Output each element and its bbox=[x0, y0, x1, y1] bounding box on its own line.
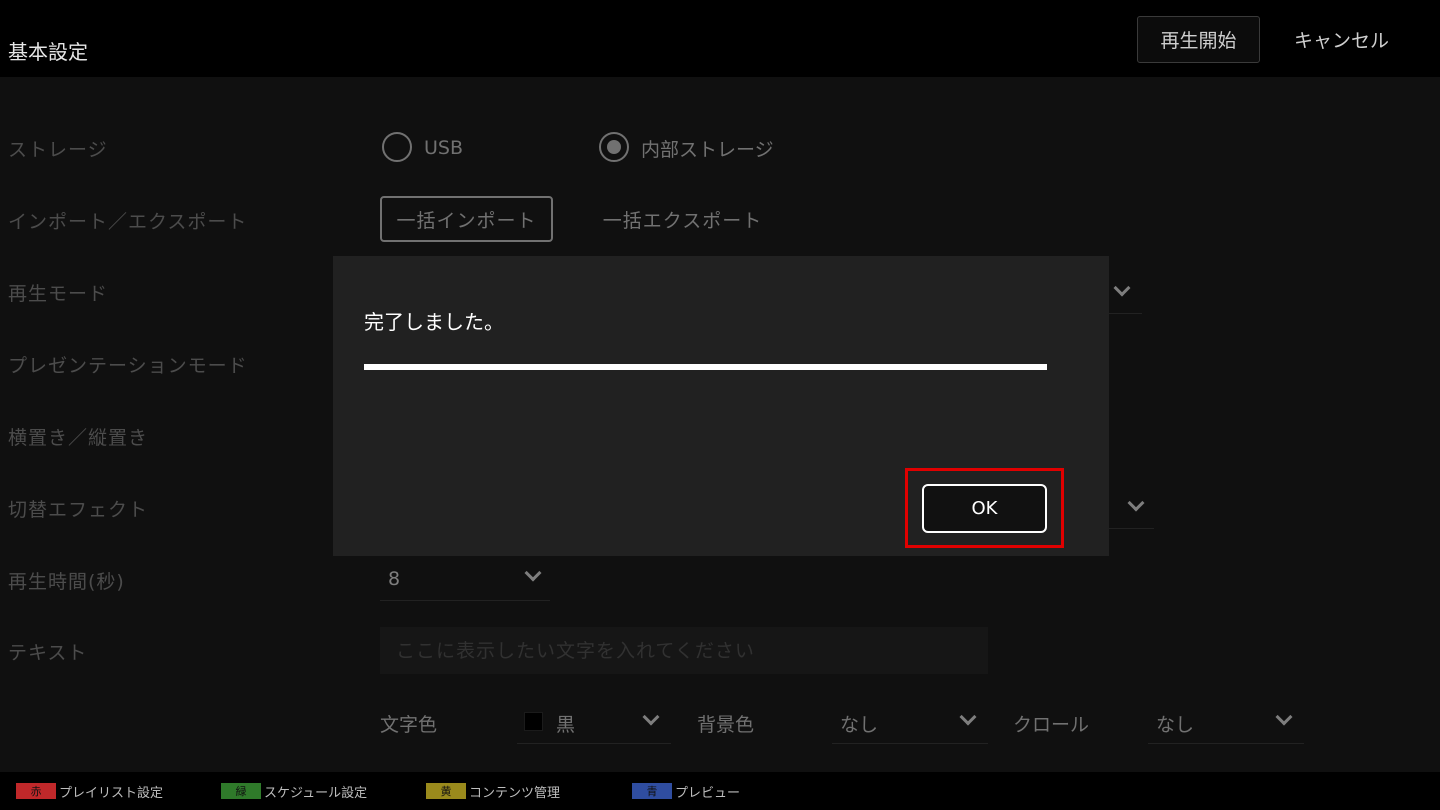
blue-key-badge: 青 bbox=[632, 783, 672, 799]
progress-bar bbox=[364, 364, 1047, 370]
footer-preview[interactable]: プレビュー bbox=[675, 782, 740, 801]
footer-playlist-settings[interactable]: プレイリスト設定 bbox=[59, 782, 163, 801]
completion-dialog: 完了しました。 OK bbox=[333, 256, 1109, 556]
footer-bar: 赤 プレイリスト設定 緑 スケジュール設定 黄 コンテンツ管理 青 プレビュー bbox=[0, 772, 1440, 810]
footer-content-management[interactable]: コンテンツ管理 bbox=[469, 782, 560, 801]
yellow-key-badge: 黄 bbox=[426, 783, 466, 799]
progress-fill bbox=[364, 364, 1047, 370]
ok-button[interactable]: OK bbox=[922, 484, 1047, 533]
start-playback-button[interactable]: 再生開始 bbox=[1137, 16, 1260, 63]
header-bar: 基本設定 再生開始 キャンセル bbox=[0, 0, 1440, 77]
dialog-message: 完了しました。 bbox=[364, 310, 504, 334]
green-key-badge: 緑 bbox=[221, 783, 261, 799]
page-title: 基本設定 bbox=[8, 40, 88, 64]
red-key-badge: 赤 bbox=[16, 783, 56, 799]
footer-schedule-settings[interactable]: スケジュール設定 bbox=[264, 782, 367, 801]
cancel-button[interactable]: キャンセル bbox=[1275, 16, 1408, 63]
